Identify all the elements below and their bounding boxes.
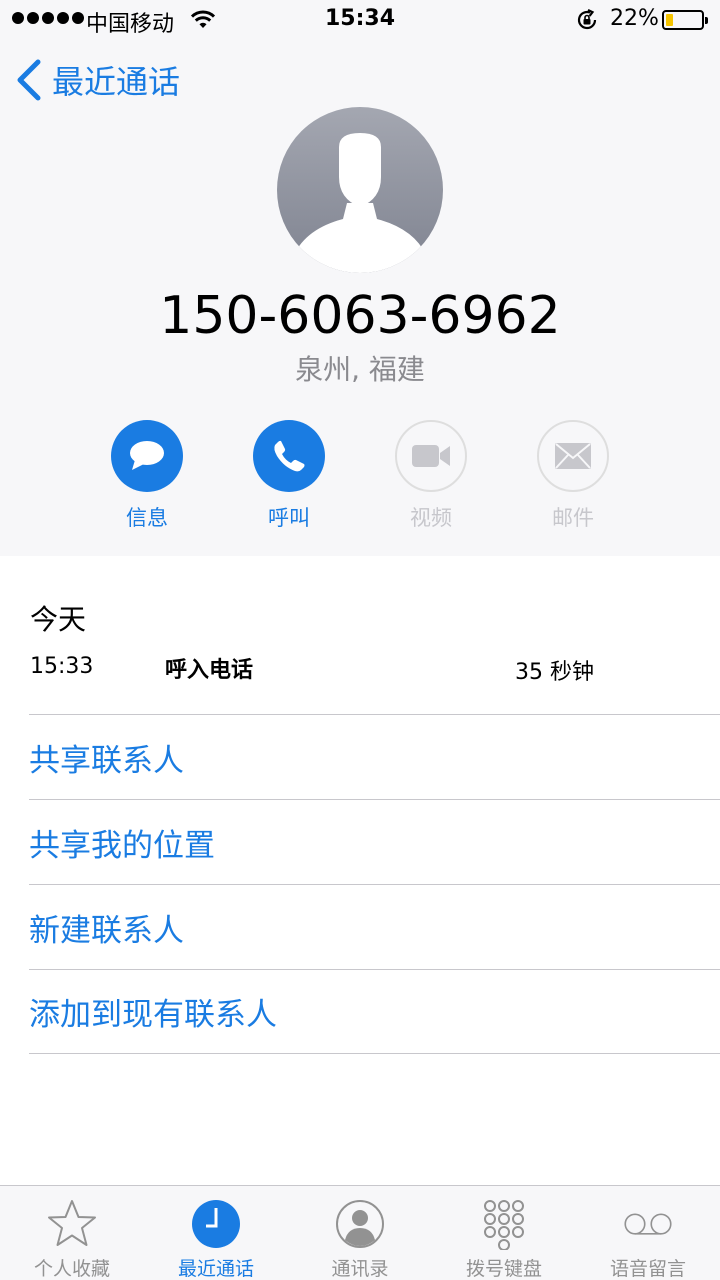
contacts-icon bbox=[336, 1200, 384, 1248]
tab-recents[interactable]: 最近通话 bbox=[144, 1186, 288, 1280]
video-camera-icon bbox=[412, 445, 450, 467]
video-action-label: 视频 bbox=[410, 506, 452, 530]
battery-icon bbox=[662, 10, 708, 30]
keypad-icon bbox=[484, 1200, 524, 1250]
tab-keypad-label: 拨号键盘 bbox=[465, 1258, 542, 1280]
star-icon bbox=[48, 1200, 96, 1246]
voicemail-icon bbox=[624, 1213, 672, 1235]
back-button[interactable]: 最近通话 bbox=[14, 56, 180, 104]
battery-percent: 22% bbox=[610, 6, 659, 31]
person-silhouette-icon bbox=[293, 133, 427, 273]
share-location-link[interactable]: 共享我的位置 bbox=[29, 799, 720, 884]
message-action-label: 信息 bbox=[126, 506, 168, 530]
call-entry-type: 呼入电话 bbox=[165, 658, 254, 683]
mail-action-label: 邮件 bbox=[552, 506, 594, 530]
call-action-label: 呼叫 bbox=[268, 506, 310, 530]
back-button-label: 最近通话 bbox=[52, 63, 181, 101]
call-entry-time: 15:33 bbox=[30, 654, 94, 679]
envelope-icon bbox=[555, 443, 591, 469]
tab-contacts-label: 通讯录 bbox=[331, 1258, 389, 1280]
message-action-button[interactable]: 信息 bbox=[111, 420, 183, 532]
tab-recents-label: 最近通话 bbox=[177, 1258, 254, 1280]
tab-keypad[interactable]: 拨号键盘 bbox=[432, 1186, 576, 1280]
video-action-button[interactable]: 视频 bbox=[395, 420, 467, 532]
rotation-lock-icon bbox=[577, 9, 597, 30]
contact-phone-number: 150-6063-6962 bbox=[159, 286, 561, 346]
chevron-left-icon bbox=[17, 59, 41, 101]
message-bubble-icon bbox=[130, 441, 164, 470]
create-contact-link[interactable]: 新建联系人 bbox=[29, 884, 720, 969]
call-entry-duration: 35 秒钟 bbox=[515, 660, 594, 685]
tab-voicemail[interactable]: 语音留言 bbox=[576, 1186, 720, 1280]
add-to-existing-contact-link[interactable]: 添加到现有联系人 bbox=[29, 969, 720, 1054]
status-bar: 中国移动 15:34 22% bbox=[0, 0, 720, 40]
share-contact-link[interactable]: 共享联系人 bbox=[29, 714, 720, 799]
clock-icon bbox=[192, 1200, 240, 1248]
tab-favorites-label: 个人收藏 bbox=[33, 1258, 110, 1280]
mail-action-button[interactable]: 邮件 bbox=[537, 420, 609, 532]
contact-avatar bbox=[277, 107, 443, 273]
contact-location: 泉州, 福建 bbox=[295, 353, 425, 386]
battery-level-fill bbox=[666, 14, 673, 26]
history-day-heading: 今天 bbox=[30, 603, 87, 636]
phone-icon bbox=[274, 440, 305, 472]
tab-contacts[interactable]: 通讯录 bbox=[288, 1186, 432, 1280]
tab-bar: 个人收藏 最近通话 通讯录 拨号键盘 语音留言 bbox=[0, 1185, 720, 1280]
tab-voicemail-label: 语音留言 bbox=[609, 1258, 686, 1280]
call-action-button[interactable]: 呼叫 bbox=[253, 420, 325, 532]
contact-options-list: 共享联系人 共享我的位置 新建联系人 添加到现有联系人 bbox=[29, 714, 720, 1054]
tab-favorites[interactable]: 个人收藏 bbox=[0, 1186, 144, 1280]
